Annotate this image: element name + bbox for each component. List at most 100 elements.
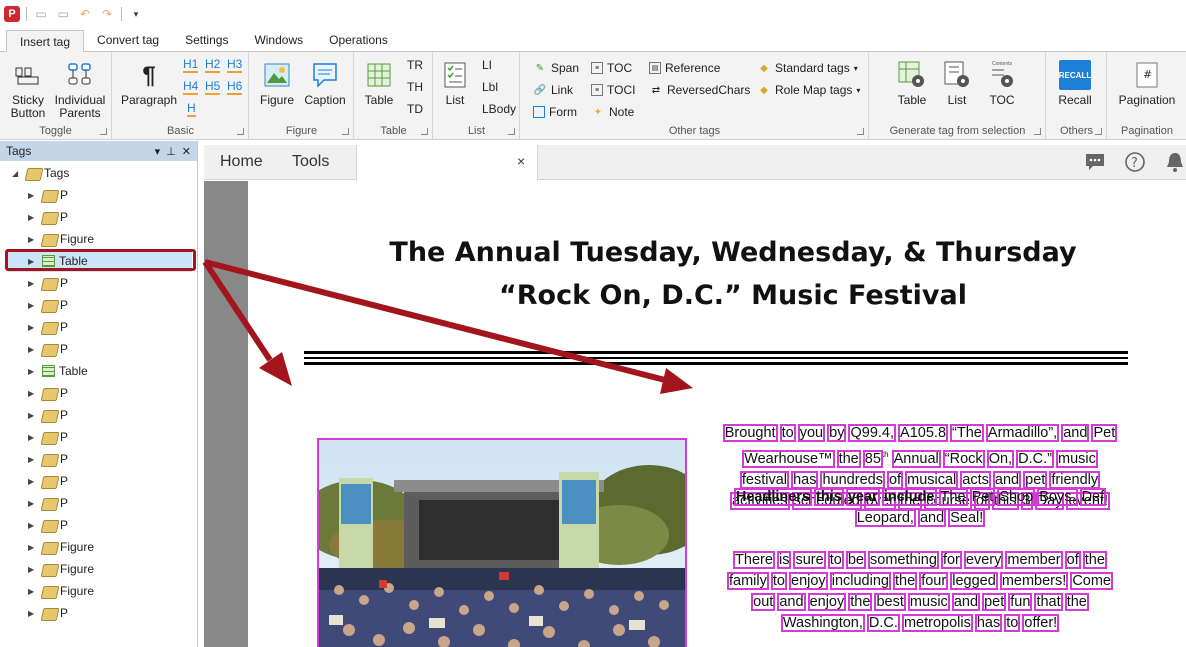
figure-button[interactable]: Figure [256, 60, 298, 107]
expand-arrow-icon[interactable]: ▶ [28, 323, 38, 332]
tab-settings[interactable]: Settings [172, 29, 241, 51]
expand-arrow-icon[interactable]: ▶ [28, 565, 38, 574]
individual-parents-button[interactable]: Individual Parents [52, 60, 108, 120]
tab-insert-tag[interactable]: Insert tag [6, 30, 85, 52]
word-span[interactable]: for [940, 551, 962, 569]
sticky-button[interactable]: Sticky Button [8, 60, 48, 120]
word-span[interactable]: of [886, 470, 904, 489]
word-span[interactable]: and [951, 593, 981, 611]
pagination-button[interactable]: # Pagination [1112, 60, 1182, 107]
word-span[interactable]: festival [739, 470, 790, 489]
word-span[interactable]: you [797, 424, 826, 442]
word-span[interactable]: D.C.” [1016, 449, 1054, 468]
comment-icon[interactable] [1084, 151, 1106, 173]
word-span[interactable]: and [917, 509, 947, 527]
word-span[interactable]: Def [1079, 488, 1107, 506]
li-button[interactable]: LI [482, 58, 492, 72]
word-span[interactable]: Q99.4, [848, 424, 897, 442]
tree-item[interactable]: ▶ P [28, 448, 68, 470]
pin-icon[interactable]: ⊥ [166, 145, 176, 158]
dialog-launcher-icon[interactable] [1095, 128, 1102, 135]
expanded-arrow-icon[interactable]: ◢ [12, 169, 22, 178]
word-span[interactable]: Brought [722, 424, 778, 442]
tree-item[interactable]: ▶ P [28, 206, 68, 228]
word-span[interactable]: Boys, [1037, 488, 1078, 506]
word-span[interactable]: to [770, 572, 787, 590]
word-span[interactable]: Shop [997, 488, 1036, 506]
generate-list-button[interactable]: List [940, 60, 974, 107]
tree-item[interactable]: ▶ P [28, 338, 68, 360]
tree-root[interactable]: ◢ Tags [12, 162, 69, 184]
h5-button[interactable]: H5 [205, 80, 221, 95]
expand-arrow-icon[interactable]: ▶ [28, 301, 38, 310]
word-span[interactable]: Pet [969, 488, 996, 506]
lbody-button[interactable]: LBody [482, 102, 516, 116]
link-button[interactable]: 🔗 Link [533, 83, 573, 97]
word-span[interactable]: On, [986, 449, 1015, 468]
help-icon[interactable]: ? [1124, 151, 1146, 173]
word-span[interactable]: something [868, 551, 939, 569]
dialog-launcher-icon[interactable] [857, 128, 864, 135]
expand-arrow-icon[interactable]: ▶ [28, 213, 38, 222]
tab-windows[interactable]: Windows [241, 29, 316, 51]
word-span[interactable]: pet [1023, 470, 1048, 489]
word-span[interactable]: best [874, 593, 906, 611]
word-span[interactable]: is [776, 551, 792, 569]
expand-arrow-icon[interactable]: ▶ [28, 389, 38, 398]
reversed-chars-button[interactable]: ⇄ ReversedChars [649, 83, 751, 97]
paragraph-button[interactable]: ¶ Paragraph [119, 60, 179, 107]
tree-item[interactable]: ▶ Figure [28, 536, 94, 558]
list-button[interactable]: List [440, 60, 470, 107]
caption-button[interactable]: Caption [302, 60, 348, 107]
word-span[interactable]: enjoy [807, 593, 847, 611]
undo-icon[interactable]: ↶ [77, 7, 93, 21]
dialog-launcher-icon[interactable] [1034, 128, 1041, 135]
tab-operations[interactable]: Operations [316, 29, 401, 51]
toci-button[interactable]: ≡ TOCI [591, 83, 635, 97]
word-span[interactable]: A105.8 [898, 424, 949, 442]
word-span[interactable]: music [1055, 449, 1098, 468]
word-span[interactable]: every [963, 551, 1004, 569]
close-tab-button[interactable]: × [517, 153, 525, 169]
expand-arrow-icon[interactable]: ▶ [28, 455, 38, 464]
dialog-launcher-icon[interactable] [421, 128, 428, 135]
app-logo-icon[interactable]: P [4, 6, 20, 22]
word-span[interactable]: including [829, 572, 891, 590]
word-span[interactable]: friendly [1049, 470, 1101, 489]
word-span[interactable]: Come [1070, 572, 1113, 590]
word-span[interactable]: that [1034, 593, 1063, 611]
tree-item[interactable]: ▶ P [28, 184, 68, 206]
tree-item[interactable]: ▶ P [28, 272, 68, 294]
customize-dropdown-icon[interactable]: ▾ [128, 7, 144, 21]
expand-arrow-icon[interactable]: ▶ [28, 345, 38, 354]
expand-arrow-icon[interactable]: ▶ [28, 521, 38, 530]
table-button[interactable]: Table [361, 60, 397, 107]
tree-item[interactable]: ▶ Table [28, 360, 88, 382]
span-button[interactable]: ✎ Span [533, 61, 579, 75]
word-span[interactable]: Headliners [733, 488, 813, 506]
word-span[interactable]: Wearhouse™ [742, 449, 835, 468]
tree-item[interactable]: ▶ Figure [28, 228, 94, 250]
word-span[interactable]: music [907, 593, 950, 611]
word-span[interactable]: hundreds [820, 470, 885, 489]
generate-table-button[interactable]: Table [892, 60, 932, 107]
word-span[interactable]: 85 [862, 449, 883, 468]
word-span[interactable]: the [848, 593, 873, 611]
word-span[interactable]: Annual [891, 449, 941, 468]
th-button[interactable]: TH [407, 80, 423, 94]
word-span[interactable]: the [836, 449, 861, 468]
word-span[interactable]: year [845, 488, 880, 506]
lbl-button[interactable]: Lbl [482, 80, 498, 94]
save-icon[interactable]: ▭ [33, 7, 49, 21]
word-span[interactable]: has [791, 470, 819, 489]
word-span[interactable]: musical [905, 470, 959, 489]
notification-bell-icon[interactable] [1164, 151, 1186, 173]
word-span[interactable]: acts [960, 470, 991, 489]
expand-arrow-icon[interactable]: ▶ [28, 587, 38, 596]
toc-button[interactable]: ≡ TOC [591, 61, 632, 75]
tree-item[interactable]: ▶ P [28, 294, 68, 316]
word-span[interactable]: Pet [1091, 424, 1118, 442]
word-span[interactable]: the [1064, 593, 1089, 611]
tree-item[interactable]: ▶ P [28, 602, 68, 624]
h6-button[interactable]: H6 [227, 80, 243, 95]
